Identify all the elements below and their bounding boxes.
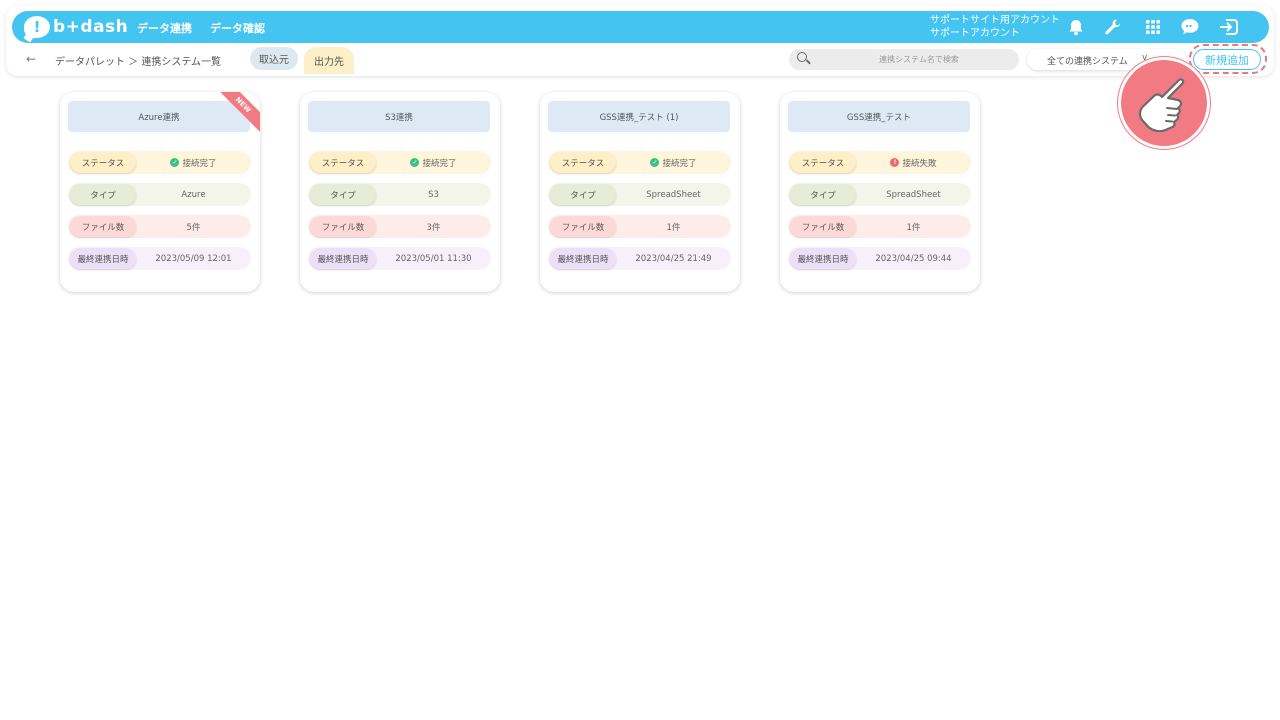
files-row: ファイル数 1件 <box>548 215 731 238</box>
pointing-hand-icon <box>1118 57 1210 149</box>
type-label: タイプ <box>310 184 376 205</box>
files-value: 1件 <box>906 222 921 233</box>
last-sync-label: 最終連携日時 <box>310 248 376 269</box>
status-value: ! 接続失敗 <box>860 151 967 174</box>
status-text: 接続完了 <box>422 158 457 169</box>
wrench-icon[interactable] <box>1103 17 1123 37</box>
files-value: 5件 <box>186 222 201 233</box>
type-value: S3 <box>428 189 439 200</box>
last-sync-row: 最終連携日時 2023/05/01 11:30 <box>308 247 491 270</box>
type-value: SpreadSheet <box>646 189 701 200</box>
status-value: ✓ 接続完了 <box>380 151 487 174</box>
nav-data-check[interactable]: データ確認 <box>210 20 265 36</box>
card-title: S3連携 <box>308 101 490 132</box>
files-label: ファイル数 <box>790 216 856 237</box>
type-label: タイプ <box>550 184 616 205</box>
status-value: ✓ 接続完了 <box>620 151 727 174</box>
type-value: SpreadSheet <box>886 189 941 200</box>
status-text: 接続完了 <box>182 158 217 169</box>
card-title: GSS連携_テスト (1) <box>548 101 730 132</box>
chat-icon[interactable] <box>1180 17 1200 37</box>
files-value: 1件 <box>666 222 681 233</box>
account-info[interactable]: サポートサイト用アカウント サポートアカウント <box>930 14 1060 40</box>
last-sync-label: 最終連携日時 <box>790 248 856 269</box>
status-label: ステータス <box>790 152 856 173</box>
type-row: タイプ Azure <box>68 183 251 206</box>
last-sync-label: 最終連携日時 <box>550 248 616 269</box>
last-sync-label: 最終連携日時 <box>70 248 136 269</box>
status-row: ステータス ✓ 接続完了 <box>548 151 731 174</box>
connection-card[interactable]: S3連携 ステータス ✓ 接続完了 タイプ S3 ファイル数 3件 最終連携日時 2023/05/… <box>300 92 500 292</box>
status-label: ステータス <box>550 152 616 173</box>
nav-data-link[interactable]: データ連携 <box>137 20 192 36</box>
connection-card[interactable]: GSS連携_テスト ステータス! 接続失敗 タイプ SpreadSheet ファイル数 1件… <box>780 92 980 292</box>
last-sync-row: 最終連携日時 2023/04/25 09:44 <box>788 247 971 270</box>
tab-output-dest[interactable]: 出力先 <box>304 47 354 74</box>
files-value: 3件 <box>426 222 441 233</box>
last-sync-value: 2023/05/01 11:30 <box>395 253 472 264</box>
account-line2: サポートアカウント <box>930 28 1020 39</box>
type-row: タイプ S3 <box>308 183 491 206</box>
last-sync-value: 2023/04/25 09:44 <box>875 253 952 264</box>
type-label: タイプ <box>70 184 136 205</box>
connection-card[interactable]: Azure連携 NEW ステータス ✓ 接続完了 タイプ Azure ファイル数 5件 最終連携日… <box>60 92 260 292</box>
status-value: ✓ 接続完了 <box>140 151 247 174</box>
back-arrow-icon[interactable]: ← <box>26 52 36 66</box>
files-row: ファイル数 1件 <box>788 215 971 238</box>
status-row: ステータス! 接続失敗 <box>788 151 971 174</box>
files-row: ファイル数 3件 <box>308 215 491 238</box>
add-new-button[interactable]: 新規追加 <box>1193 49 1261 70</box>
check-circle-icon: ✓ <box>170 158 180 167</box>
filter-value: 全ての連携システム <box>1047 57 1128 67</box>
type-row: タイプ SpreadSheet <box>788 183 971 206</box>
logo[interactable]: ! b+dash <box>24 15 128 39</box>
files-label: ファイル数 <box>550 216 616 237</box>
status-label: ステータス <box>310 152 376 173</box>
status-text: 接続失敗 <box>902 158 937 169</box>
last-sync-row: 最終連携日時 2023/05/09 12:01 <box>68 247 251 270</box>
type-value: Azure <box>181 189 206 200</box>
status-row: ステータス ✓ 接続完了 <box>308 151 491 174</box>
files-row: ファイル数 5件 <box>68 215 251 238</box>
status-text: 接続完了 <box>662 158 697 169</box>
status-label: ステータス <box>70 152 136 173</box>
files-label: ファイル数 <box>310 216 376 237</box>
last-sync-row: 最終連携日時 2023/04/25 21:49 <box>548 247 731 270</box>
top-bar: ! b+dash データ連携 データ確認 サポートサイト用アカウント サポートア… <box>12 11 1269 43</box>
logo-bubble-icon: ! <box>24 16 50 38</box>
search-input[interactable]: 連携システム名で検索 <box>789 49 1019 70</box>
card-title: Azure連携 <box>68 101 250 132</box>
grid-icon[interactable] <box>1143 17 1163 37</box>
last-sync-value: 2023/04/25 21:49 <box>635 253 712 264</box>
tab-import-source[interactable]: 取込元 <box>250 47 298 70</box>
connection-card[interactable]: GSS連携_テスト (1) ステータス ✓ 接続完了 タイプ SpreadSheet ファイ… <box>540 92 740 292</box>
check-circle-icon: ✓ <box>410 158 420 167</box>
breadcrumb: データパレット ＞ 連携システム一覧 <box>55 57 222 68</box>
files-label: ファイル数 <box>70 216 136 237</box>
status-row: ステータス ✓ 接続完了 <box>68 151 251 174</box>
check-circle-icon: ✓ <box>650 158 660 167</box>
last-sync-value: 2023/05/09 12:01 <box>155 253 232 264</box>
type-row: タイプ SpreadSheet <box>548 183 731 206</box>
card-title: GSS連携_テスト <box>788 101 970 132</box>
error-circle-icon: ! <box>890 158 900 167</box>
account-line1: サポートサイト用アカウント <box>930 15 1060 26</box>
logo-text: b+dash <box>53 17 129 37</box>
search-placeholder: 連携システム名で検索 <box>879 55 959 64</box>
type-label: タイプ <box>790 184 856 205</box>
logout-icon[interactable] <box>1219 17 1239 37</box>
bell-icon[interactable] <box>1066 17 1086 37</box>
